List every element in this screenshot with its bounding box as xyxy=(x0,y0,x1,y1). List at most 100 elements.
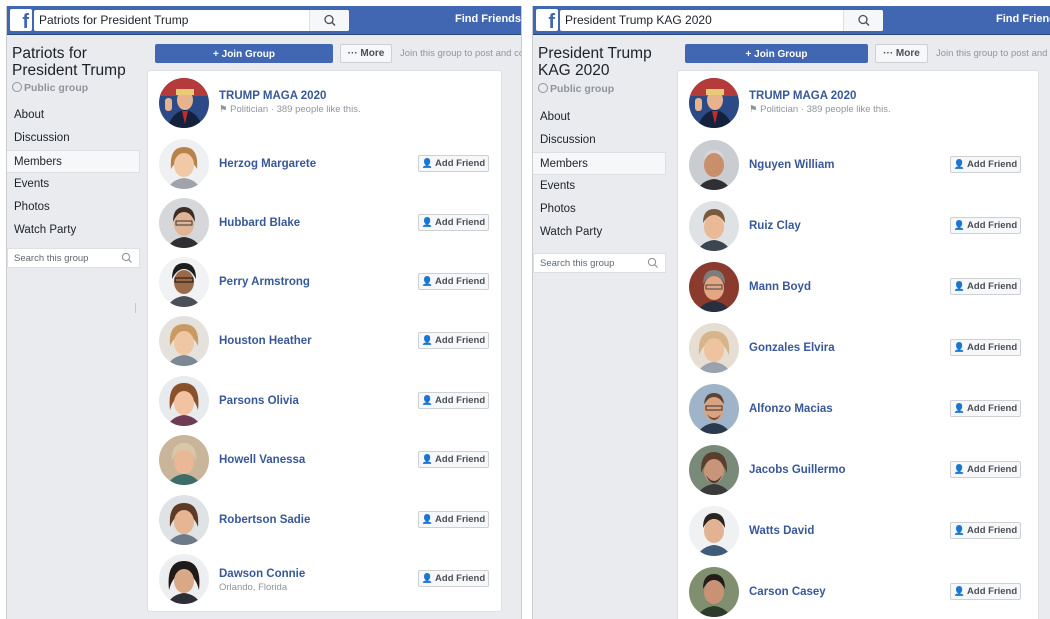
add-friend-button[interactable]: 👤 Add Friend xyxy=(950,156,1021,173)
member-avatar[interactable] xyxy=(159,139,209,189)
nav-item-photos[interactable]: Photos xyxy=(533,198,666,221)
member-avatar[interactable] xyxy=(159,495,209,545)
nav-item-about[interactable]: About xyxy=(533,106,666,129)
page-subtitle-text: Politician · 389 people like this. xyxy=(760,104,891,115)
add-friend-icon: 👤 xyxy=(421,158,434,168)
member-avatar[interactable] xyxy=(689,323,739,373)
member-avatar[interactable] xyxy=(159,435,209,485)
member-name[interactable]: Robertson Sadie xyxy=(219,514,310,526)
group-title[interactable]: Patriots for President Trump xyxy=(12,45,142,79)
page-avatar[interactable] xyxy=(689,78,739,128)
group-search-input[interactable]: Search this group xyxy=(7,248,140,268)
more-button[interactable]: ··· More xyxy=(875,44,928,63)
member-name[interactable]: Carson Casey xyxy=(749,586,826,598)
facebook-logo-icon[interactable]: f xyxy=(10,9,32,31)
add-friend-button[interactable]: 👤 Add Friend xyxy=(950,461,1021,478)
add-friend-button[interactable]: 👤 Add Friend xyxy=(950,339,1021,356)
add-friend-button[interactable]: 👤 Add Friend xyxy=(418,273,489,290)
nav-item-discussion[interactable]: Discussion xyxy=(533,129,666,152)
member-name[interactable]: Herzog Margarete xyxy=(219,158,316,170)
nav-item-watch-party[interactable]: Watch Party xyxy=(533,221,666,244)
nav-item-members[interactable]: Members xyxy=(533,152,666,175)
nav-item-members[interactable]: Members xyxy=(7,150,140,173)
page-row: TRUMP MAGA 2020 ⚑ Politician · 389 peopl… xyxy=(678,76,1038,136)
add-friend-button[interactable]: 👤 Add Friend xyxy=(950,278,1021,295)
member-row: Mann Boyd 👤 Add Friend xyxy=(678,262,1038,322)
nav-item-discussion[interactable]: Discussion xyxy=(7,127,140,150)
page-name[interactable]: TRUMP MAGA 2020 xyxy=(219,90,326,102)
member-avatar[interactable] xyxy=(689,384,739,434)
add-friend-icon: 👤 xyxy=(953,403,966,413)
search-button[interactable] xyxy=(309,10,349,31)
member-avatar[interactable] xyxy=(689,445,739,495)
search-icon xyxy=(858,14,870,26)
search-input[interactable]: President Trump KAG 2020 xyxy=(560,10,883,31)
add-friend-label: Add Friend xyxy=(967,525,1018,536)
member-name[interactable]: Nguyen William xyxy=(749,159,835,171)
member-name[interactable]: Watts David xyxy=(749,525,814,537)
page-avatar[interactable] xyxy=(159,78,209,128)
group-privacy-label: Public group xyxy=(550,83,615,95)
member-name[interactable]: Perry Armstrong xyxy=(219,276,310,288)
add-friend-button[interactable]: 👤 Add Friend xyxy=(950,217,1021,234)
search-button[interactable] xyxy=(843,10,883,31)
search-input[interactable]: Patriots for President Trump xyxy=(34,10,349,31)
nav-item-events[interactable]: Events xyxy=(533,175,666,198)
add-friend-label: Add Friend xyxy=(967,342,1018,353)
add-friend-label: Add Friend xyxy=(967,220,1018,231)
member-name[interactable]: Houston Heather xyxy=(219,335,312,347)
find-friends-link[interactable]: Find Friends xyxy=(996,13,1050,25)
member-name[interactable]: Alfonzo Macias xyxy=(749,403,833,415)
nav-item-events[interactable]: Events xyxy=(7,173,140,196)
add-friend-label: Add Friend xyxy=(435,276,486,287)
nav-item-photos[interactable]: Photos xyxy=(7,196,140,219)
join-group-button[interactable]: + Join Group xyxy=(155,44,333,63)
search-input-value[interactable]: President Trump KAG 2020 xyxy=(565,13,712,27)
member-avatar[interactable] xyxy=(159,376,209,426)
add-friend-button[interactable]: 👤 Add Friend xyxy=(418,332,489,349)
facebook-logo-icon[interactable]: f xyxy=(536,9,558,31)
member-avatar[interactable] xyxy=(689,567,739,617)
member-name[interactable]: Mann Boyd xyxy=(749,281,811,293)
add-friend-button[interactable]: 👤 Add Friend xyxy=(950,583,1021,600)
add-friend-button[interactable]: 👤 Add Friend xyxy=(418,511,489,528)
add-friend-button[interactable]: 👤 Add Friend xyxy=(418,392,489,409)
nav-item-watch-party[interactable]: Watch Party xyxy=(7,219,140,242)
page-name[interactable]: TRUMP MAGA 2020 xyxy=(749,90,856,102)
member-name[interactable]: Hubbard Blake xyxy=(219,217,300,229)
group-title[interactable]: President Trump KAG 2020 xyxy=(538,45,668,79)
nav-item-about[interactable]: About xyxy=(7,104,140,127)
add-friend-button[interactable]: 👤 Add Friend xyxy=(950,522,1021,539)
more-button[interactable]: ··· More xyxy=(340,44,392,63)
member-avatar[interactable] xyxy=(689,262,739,312)
member-avatar[interactable] xyxy=(689,201,739,251)
add-friend-button[interactable]: 👤 Add Friend xyxy=(950,400,1021,417)
add-friend-label: Add Friend xyxy=(435,454,486,465)
scrollbar-indicator[interactable] xyxy=(135,303,136,313)
add-friend-label: Add Friend xyxy=(435,335,486,346)
member-name[interactable]: Dawson Connie xyxy=(219,568,305,580)
member-name[interactable]: Jacobs Guillermo xyxy=(749,464,846,476)
add-friend-label: Add Friend xyxy=(967,281,1018,292)
member-avatar[interactable] xyxy=(159,316,209,366)
add-friend-button[interactable]: 👤 Add Friend xyxy=(418,570,489,587)
member-name[interactable]: Ruiz Clay xyxy=(749,220,801,232)
add-friend-label: Add Friend xyxy=(435,514,486,525)
search-input-value[interactable]: Patriots for President Trump xyxy=(39,13,188,27)
member-avatar[interactable] xyxy=(159,257,209,307)
member-name[interactable]: Howell Vanessa xyxy=(219,454,305,466)
add-friend-button[interactable]: 👤 Add Friend xyxy=(418,155,489,172)
page-subtitle: ⚑ Politician · 389 people like this. xyxy=(219,104,361,115)
group-window-right: f President Trump KAG 2020 Find Friends … xyxy=(532,6,1050,619)
member-avatar[interactable] xyxy=(159,554,209,604)
member-avatar[interactable] xyxy=(689,140,739,190)
find-friends-link[interactable]: Find Friends xyxy=(455,13,521,25)
member-avatar[interactable] xyxy=(159,198,209,248)
add-friend-button[interactable]: 👤 Add Friend xyxy=(418,451,489,468)
add-friend-button[interactable]: 👤 Add Friend xyxy=(418,214,489,231)
group-search-input[interactable]: Search this group xyxy=(533,253,666,273)
join-group-button[interactable]: + Join Group xyxy=(685,44,868,63)
member-name[interactable]: Parsons Olivia xyxy=(219,395,299,407)
member-avatar[interactable] xyxy=(689,506,739,556)
member-name[interactable]: Gonzales Elvira xyxy=(749,342,835,354)
